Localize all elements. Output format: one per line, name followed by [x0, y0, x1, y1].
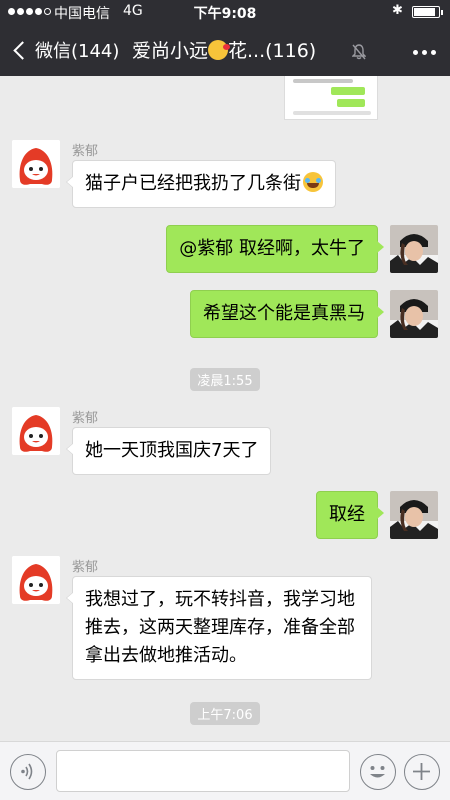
- time-divider: 上午7:06: [0, 702, 450, 725]
- emoji-icon: [370, 766, 385, 778]
- avatar[interactable]: [390, 290, 438, 338]
- chat-header: 微信(144) 爱尚小远 花...(116): [0, 24, 450, 76]
- time-divider: 凌晨1:55: [0, 368, 450, 391]
- plus-icon: [413, 763, 430, 780]
- sender-name: 紫郁: [72, 144, 99, 159]
- sender-name: 紫郁: [72, 411, 99, 426]
- avatar[interactable]: [12, 407, 60, 455]
- chat-title: 爱尚小远 花...(116): [132, 36, 316, 63]
- more-button[interactable]: [413, 50, 436, 55]
- red-hood-avatar-icon: [12, 556, 60, 604]
- emoji-button[interactable]: [360, 754, 396, 790]
- kiss-emoji-icon: [208, 40, 231, 60]
- message-bubble[interactable]: 猫子户已经把我扔了几条街: [66, 160, 336, 208]
- time-label: 凌晨1:55: [190, 368, 260, 391]
- back-label: 微信(144): [35, 41, 120, 62]
- status-time: 下午9:08: [193, 6, 257, 22]
- red-hood-avatar-icon: [12, 407, 60, 455]
- message-input[interactable]: [56, 750, 350, 792]
- cry-laugh-emoji-icon: [303, 172, 323, 192]
- voice-button[interactable]: [10, 754, 46, 790]
- bell-muted-icon: [352, 44, 366, 60]
- input-toolbar: [0, 741, 450, 800]
- message-text: 希望这个能是真黑马: [203, 303, 365, 324]
- back-button[interactable]: 微信(144): [10, 37, 119, 63]
- chevron-left-icon: [13, 40, 32, 60]
- more-icon: [413, 50, 418, 55]
- avatar[interactable]: [390, 225, 438, 273]
- voice-icon: [21, 763, 33, 780]
- user-photo-avatar-icon: [390, 290, 438, 338]
- message-text: 取经: [329, 504, 365, 525]
- avatar[interactable]: [12, 140, 60, 188]
- user-photo-avatar-icon: [390, 225, 438, 273]
- bluetooth-icon: ✱: [392, 3, 403, 18]
- battery-icon: [412, 6, 443, 18]
- message-text: 我想过了，玩不转抖音，我学习地推去，这两天整理库存，准备全部拿出去做地推活动。: [85, 589, 355, 666]
- sender-name: 紫郁: [72, 560, 99, 575]
- plus-button[interactable]: [404, 754, 440, 790]
- avatar[interactable]: [390, 491, 438, 539]
- message-bubble[interactable]: @紫郁 取经啊，太牛了: [166, 225, 384, 273]
- message-bubble[interactable]: 我想过了，玩不转抖音，我学习地推去，这两天整理库存，准备全部拿出去做地推活动。: [66, 576, 372, 680]
- message-text: @紫郁 取经啊，太牛了: [179, 238, 365, 259]
- message-text: 猫子户已经把我扔了几条街: [85, 173, 301, 194]
- status-bar: 中国电信 4G 下午9:08 ✱: [0, 0, 450, 24]
- image-message[interactable]: [284, 76, 378, 120]
- user-photo-avatar-icon: [390, 491, 438, 539]
- avatar[interactable]: [12, 556, 60, 604]
- message-bubble[interactable]: 希望这个能是真黑马: [190, 290, 384, 338]
- chat-title-name: 爱尚小远: [132, 40, 209, 62]
- message-bubble[interactable]: 她一天顶我国庆7天了: [65, 427, 272, 475]
- message-list[interactable]: 紫郁 猫子户已经把我扔了几条街 @紫郁 取经啊，太牛了 希望这个能是真黑马 凌晨…: [0, 76, 450, 741]
- chat-title-suffix: 花...(116): [228, 40, 317, 62]
- message-bubble[interactable]: 取经: [316, 491, 384, 539]
- time-label: 上午7:06: [190, 702, 260, 725]
- red-hood-avatar-icon: [12, 140, 60, 188]
- message-text: 她一天顶我国庆7天了: [85, 440, 259, 461]
